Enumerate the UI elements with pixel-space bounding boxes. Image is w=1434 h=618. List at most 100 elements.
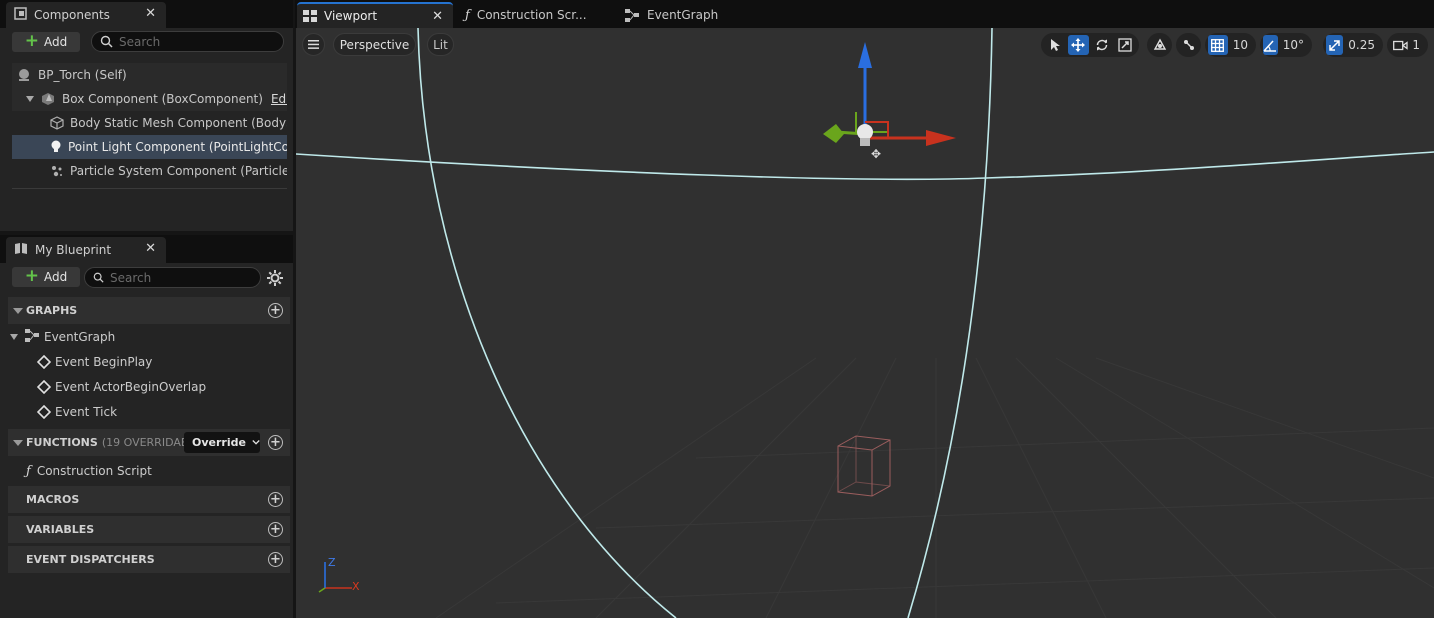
viewport-icon — [303, 10, 317, 22]
components-search-input[interactable] — [119, 34, 269, 49]
grid-snap-value[interactable]: 10 — [1230, 38, 1253, 52]
event-item[interactable]: Event BeginPlay — [37, 350, 152, 374]
tab-viewport[interactable]: Viewport ✕ — [297, 2, 453, 28]
world-space-icon[interactable] — [1150, 35, 1169, 55]
tree-row-particle[interactable]: Particle System Component (ParticleS — [12, 159, 287, 183]
functions-title: FUNCTIONS — [26, 436, 98, 449]
editor-tab-strip: Viewport ✕ ƒ Construction Scr... EventGr… — [295, 0, 1434, 28]
macros-category[interactable]: MACROS + — [8, 486, 290, 513]
settings-gear-icon[interactable] — [266, 269, 284, 290]
tree-label: Particle System Component (ParticleS — [70, 164, 287, 178]
event-item[interactable]: Event Tick — [37, 400, 117, 424]
rotation-snap-icon[interactable] — [1263, 35, 1278, 55]
tab-construction-script[interactable]: ƒ Construction Scr... — [465, 2, 615, 28]
add-macro-icon[interactable]: + — [268, 492, 283, 507]
chevron-down-icon[interactable] — [13, 307, 23, 314]
tree-row-static-mesh[interactable]: Body Static Mesh Component (BodySt — [12, 111, 287, 135]
select-cursor-icon[interactable] — [1044, 35, 1066, 55]
camera-speed-group: 1 — [1387, 33, 1428, 57]
construction-script-label: Construction Script — [36, 464, 152, 478]
rotation-snap-value[interactable]: 10° — [1280, 38, 1309, 52]
event-item[interactable]: Event ActorBeginOverlap — [37, 375, 206, 399]
event-graph-item[interactable]: EventGraph — [10, 325, 115, 349]
my-blueprint-tab-strip: My Blueprint ✕ — [0, 235, 293, 263]
translate-tool-icon[interactable] — [1067, 35, 1089, 55]
components-search[interactable] — [91, 31, 284, 52]
function-icon: ƒ — [26, 463, 31, 479]
tree-row-self[interactable]: BP_Torch (Self) — [12, 63, 287, 87]
variables-category[interactable]: VARIABLES + — [8, 516, 290, 543]
construction-script-item[interactable]: ƒ Construction Script — [26, 459, 152, 483]
surface-snapping-icon[interactable] — [1179, 35, 1198, 55]
add-graph-icon[interactable]: + — [268, 303, 283, 318]
add-blueprint-item-button[interactable]: + Add — [12, 267, 80, 287]
box-component-icon — [40, 91, 56, 107]
light-bulb-icon — [50, 139, 62, 155]
plus-icon: + — [24, 30, 39, 51]
close-icon[interactable]: ✕ — [145, 241, 156, 256]
edit-in-cpp-link[interactable]: Edit i — [271, 92, 287, 106]
viewport-menu-button[interactable] — [302, 33, 325, 56]
add-variable-icon[interactable]: + — [268, 522, 283, 537]
chevron-down-icon[interactable] — [10, 334, 18, 340]
hamburger-menu-icon — [308, 40, 319, 49]
function-icon: ƒ — [465, 7, 470, 23]
scale-snap-icon[interactable] — [1326, 35, 1344, 55]
add-component-button[interactable]: + Add — [12, 32, 80, 52]
grid-snap-icon[interactable] — [1208, 35, 1228, 55]
viewport-scene: ✥ — [296, 28, 1434, 618]
close-icon[interactable]: ✕ — [432, 9, 443, 24]
scale-snap-value[interactable]: 0.25 — [1345, 38, 1380, 52]
event-diamond-icon — [37, 355, 51, 369]
blueprint-search-input[interactable] — [110, 270, 260, 285]
event-graph-icon — [25, 329, 40, 345]
graphs-title: GRAPHS — [26, 304, 78, 317]
my-blueprint-tab[interactable]: My Blueprint ✕ — [6, 237, 166, 263]
tree-row-point-light[interactable]: Point Light Component (PointLightCom — [12, 135, 287, 159]
components-tab[interactable]: Components ✕ — [6, 2, 166, 28]
actor-icon — [16, 67, 32, 83]
tab-event-graph[interactable]: EventGraph — [625, 2, 745, 28]
add-function-icon[interactable]: + — [268, 435, 283, 450]
override-dropdown[interactable]: Override — [184, 432, 260, 453]
tree-label: BP_Torch (Self) — [38, 68, 127, 82]
scale-tool-icon[interactable] — [1115, 35, 1137, 55]
surface-snap-group — [1176, 33, 1201, 57]
transform-tools-group — [1041, 33, 1139, 57]
lighting-mode-button[interactable]: Lit — [427, 33, 454, 56]
plus-icon: + — [24, 265, 39, 286]
search-icon — [100, 35, 113, 48]
divider — [12, 188, 287, 189]
camera-icon[interactable] — [1390, 35, 1410, 55]
variables-title: VARIABLES — [26, 523, 95, 536]
tree-row-box[interactable]: Box Component (BoxComponent) Edit i — [12, 87, 287, 111]
event-diamond-icon — [37, 380, 51, 394]
macros-title: MACROS — [26, 493, 80, 506]
grid-snap-group: 10 — [1205, 33, 1256, 57]
view-mode-button[interactable]: Perspective — [333, 33, 416, 56]
left-column: Components ✕ + Add BP_Torch (Self) Box C… — [0, 0, 293, 618]
add-label: Add — [44, 270, 68, 284]
rotate-tool-icon[interactable] — [1091, 35, 1113, 55]
viewport[interactable]: ✥ Z X Perspective Lit 10 10° 0.25 1 — [296, 28, 1434, 618]
functions-category[interactable]: FUNCTIONS (19 OVERRIDABLE) Override + — [8, 429, 290, 456]
close-icon[interactable]: ✕ — [145, 6, 156, 21]
add-dispatcher-icon[interactable]: + — [268, 552, 283, 567]
lighting-mode-label: Lit — [433, 37, 448, 52]
blueprint-book-icon — [14, 242, 28, 258]
particle-system-icon — [50, 163, 64, 179]
transform-gizmo[interactable]: ✥ — [823, 42, 956, 161]
tree-label: Body Static Mesh Component (BodySt — [70, 116, 287, 130]
event-dispatchers-category[interactable]: EVENT DISPATCHERS + — [8, 546, 290, 573]
search-icon — [93, 272, 104, 283]
axis-z-label: Z — [328, 556, 336, 569]
rotation-snap-group: 10° — [1260, 33, 1312, 57]
blueprint-search[interactable] — [84, 267, 261, 288]
tab-label: Construction Scr... — [476, 8, 587, 22]
coordinate-space-group — [1147, 33, 1172, 57]
chevron-down-icon[interactable] — [13, 439, 23, 446]
chevron-down-icon[interactable] — [26, 96, 34, 102]
camera-speed-value[interactable]: 1 — [1412, 38, 1425, 52]
event-graph-label: EventGraph — [44, 330, 116, 344]
graphs-category[interactable]: GRAPHS + — [8, 297, 290, 324]
